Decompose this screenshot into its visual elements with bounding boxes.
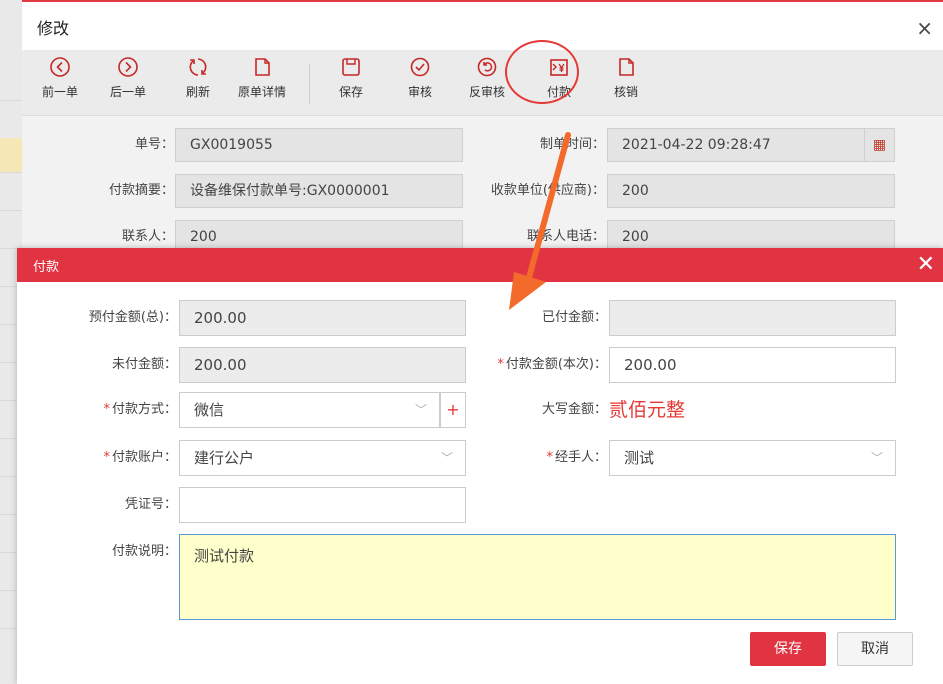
uppercase-amount: 贰佰元整 [609, 399, 686, 421]
voucher-field[interactable] [179, 487, 466, 523]
pay-amount-field[interactable]: 200.00 [609, 347, 896, 383]
prepaid-label: 预付金额(总)： [88, 310, 177, 325]
calendar-icon[interactable]: ▦ [864, 129, 894, 161]
pay-amount-label: * 付款金额(本次)： [467, 347, 607, 383]
unpaid-field[interactable]: 200.00 [179, 347, 466, 383]
next-order-label: 后一单 [109, 85, 146, 99]
save-toolbar-label: 保存 [338, 85, 363, 99]
payee-label: 收款单位(供应商)： [490, 183, 605, 198]
check-circle-icon [410, 57, 430, 77]
save-toolbar-button[interactable]: 保存 [333, 56, 369, 100]
next-order-button[interactable]: 后一单 [108, 56, 148, 100]
method-label: * 付款方式： [47, 392, 177, 428]
paid-label: 已付金额： [541, 310, 607, 325]
payment-dialog-header: 付款 ✕ [17, 248, 943, 282]
required-mark: * [103, 450, 110, 465]
document-icon [255, 58, 270, 76]
unpaid-label: 未付金额： [111, 357, 177, 372]
original-detail-label: 原单详情 [237, 85, 286, 99]
voucher-label: 凭证号： [124, 497, 177, 512]
handler-label: * 经手人： [467, 440, 607, 476]
method-label-text: 付款方式： [111, 402, 177, 417]
unaudit-button[interactable]: 反审核 [464, 56, 510, 100]
background-row-line [0, 172, 22, 173]
annotation-circle [505, 40, 579, 104]
required-mark: * [546, 450, 553, 465]
account-label: * 付款账户： [47, 440, 177, 476]
paid-field[interactable] [609, 300, 896, 336]
chevron-down-icon: ﹀ [414, 403, 427, 417]
order-no-field[interactable]: GX0019055 [175, 128, 463, 162]
payment-dialog-title: 付款 [33, 260, 60, 275]
chevron-left-circle-icon [50, 57, 70, 77]
prev-order-button[interactable]: 前一单 [40, 56, 80, 100]
chevron-right-circle-icon [118, 57, 138, 77]
background-row-line [0, 100, 22, 101]
handler-value: 测试 [624, 449, 655, 467]
save-button[interactable]: 保存 [750, 632, 826, 666]
account-select[interactable]: 建行公户 ﹀ [179, 440, 466, 476]
prepaid-field[interactable]: 200.00 [179, 300, 466, 336]
edit-dialog-close-button[interactable]: × [916, 16, 933, 40]
account-label-text: 付款账户： [111, 450, 177, 465]
remark-textarea[interactable]: 测试付款 [179, 534, 896, 620]
required-mark: * [497, 357, 504, 372]
chevron-down-icon: ﹀ [870, 451, 883, 465]
toolbar-separator [309, 64, 310, 104]
payee-field[interactable]: 200 [607, 174, 895, 208]
summary-label: 付款摘要： [108, 183, 174, 198]
prev-order-label: 前一单 [41, 85, 78, 99]
create-time-value: 2021-04-22 09:28:47 [622, 137, 771, 153]
refresh-icon [189, 58, 207, 76]
pay-amount-label-text: 付款金额(本次)： [505, 357, 607, 372]
method-value: 微信 [194, 401, 225, 419]
remark-label: 付款说明： [111, 544, 177, 559]
document-icon [619, 58, 634, 76]
account-value: 建行公户 [194, 449, 255, 467]
background-row-highlight [0, 138, 22, 172]
audit-label: 审核 [407, 85, 432, 99]
cancel-button[interactable]: 取消 [837, 632, 913, 666]
unaudit-label: 反审核 [468, 85, 505, 99]
save-icon [342, 58, 360, 76]
edit-dialog-header: 修改 × [22, 0, 943, 50]
audit-button[interactable]: 审核 [402, 56, 438, 100]
create-time-field[interactable]: 2021-04-22 09:28:47 ▦ [607, 128, 895, 162]
refresh-label: 刷新 [185, 85, 210, 99]
edit-dialog-title: 修改 [37, 19, 70, 38]
undo-circle-icon [477, 57, 497, 77]
summary-field[interactable]: 设备维保付款单号:GX0000001 [175, 174, 463, 208]
create-time-label: 制单时间： [539, 137, 605, 152]
uppercase-label: 大写金额： [541, 402, 607, 417]
handler-label-text: 经手人： [554, 450, 607, 465]
method-select[interactable]: 微信 ﹀ [179, 392, 440, 428]
writeoff-button[interactable]: 核销 [608, 56, 644, 100]
writeoff-label: 核销 [613, 85, 638, 99]
add-method-button[interactable]: + [440, 392, 466, 428]
toolbar: 前一单 后一单 刷新 原单详情 保存 审核 反审核 付款 核销 [22, 50, 943, 116]
payment-dialog: 付款 ✕ 预付金额(总)： 200.00 已付金额： 未付金额： 200.00 … [17, 248, 943, 684]
handler-select[interactable]: 测试 ﹀ [609, 440, 896, 476]
payment-dialog-close-button[interactable]: ✕ [917, 252, 935, 277]
original-detail-button[interactable]: 原单详情 [234, 56, 290, 100]
background-row-line [0, 210, 22, 211]
required-mark: * [103, 402, 110, 417]
order-no-label: 单号： [134, 137, 174, 152]
refresh-button[interactable]: 刷新 [180, 56, 216, 100]
chevron-down-icon: ﹀ [440, 451, 453, 465]
